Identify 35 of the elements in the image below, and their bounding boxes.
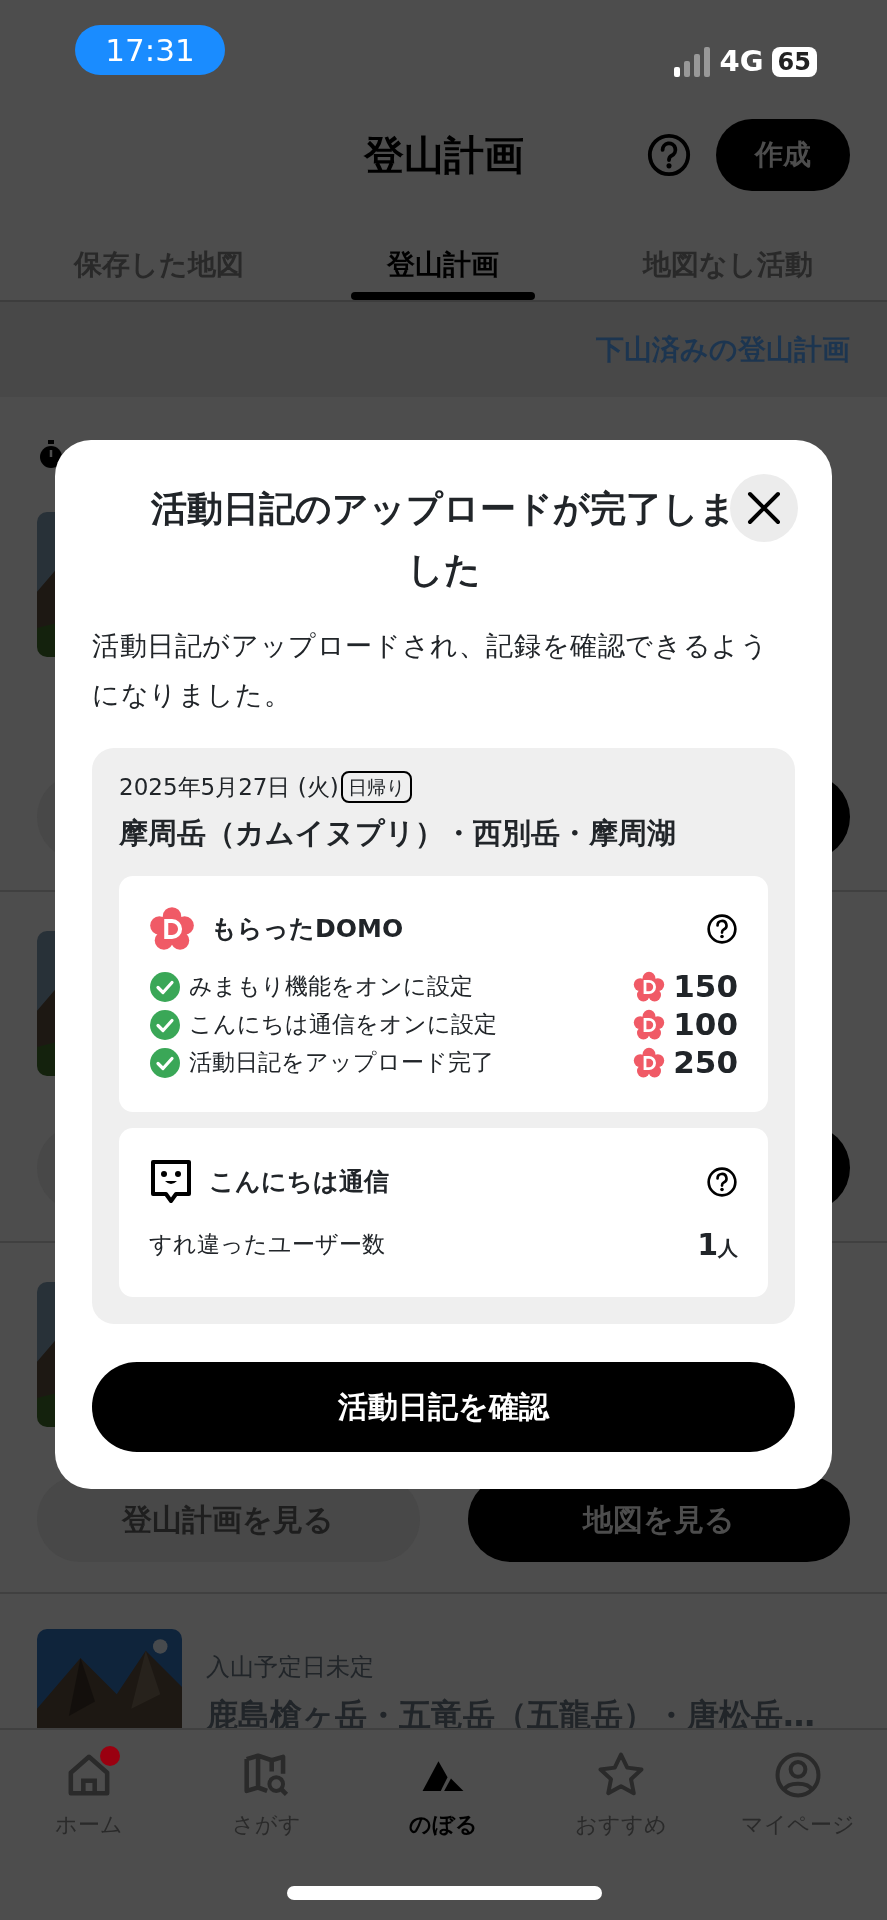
help-icon — [646, 132, 692, 178]
network-type: 4G — [719, 43, 764, 80]
speech-face-icon — [149, 1157, 193, 1206]
reward-points: 250 — [673, 1043, 738, 1083]
clock-time: 17:31 — [75, 25, 225, 75]
view-diary-button[interactable]: 活動日記を確認 — [92, 1361, 795, 1452]
section-title: もらったDOMO — [211, 912, 404, 945]
domo-icon — [633, 1046, 666, 1079]
encounter-label: すれ違ったユーザー数 — [149, 1229, 385, 1259]
route-title: 摩周岳（カムイヌプリ）・西別岳・摩周湖 — [119, 815, 677, 853]
reward-label: こんにちは通信をオンに設定 — [189, 1010, 497, 1040]
dialog-message: 活動日記がアップロードされ、記録を確認できるようになりました。 — [92, 629, 770, 712]
activity-date: 2025年5月27日 (火) — [119, 772, 339, 802]
reward-label: みまもり機能をオンに設定 — [189, 972, 473, 1002]
dialog-title: 活動日記のアップロードが完了しました — [150, 487, 737, 593]
tab[interactable]: 登山計画 — [351, 210, 536, 300]
help-button[interactable] — [706, 1165, 738, 1198]
help-icon — [706, 912, 738, 945]
reward-label: 活動日記をアップロード完了 — [189, 1048, 494, 1078]
battery-level: 65 — [771, 46, 817, 77]
page-title: 登山計画 — [363, 131, 524, 180]
reward-points: 100 — [673, 1005, 738, 1045]
section-title: こんにちは通信 — [209, 1165, 389, 1198]
reward-points: 150 — [673, 967, 738, 1007]
encounter-count: 1人 — [697, 1225, 738, 1264]
help-icon — [706, 1165, 738, 1198]
domo-icon — [633, 970, 666, 1003]
close-icon — [747, 491, 781, 525]
signal-icon — [673, 46, 712, 77]
domo-icon — [633, 1008, 666, 1041]
create-button[interactable]: 作成 — [716, 119, 850, 191]
tab-bar-item[interactable]: のぼる — [354, 1730, 532, 1842]
domo-icon — [149, 905, 195, 952]
day-trip-tag: 日帰り — [340, 770, 412, 804]
help-button[interactable] — [706, 912, 738, 945]
